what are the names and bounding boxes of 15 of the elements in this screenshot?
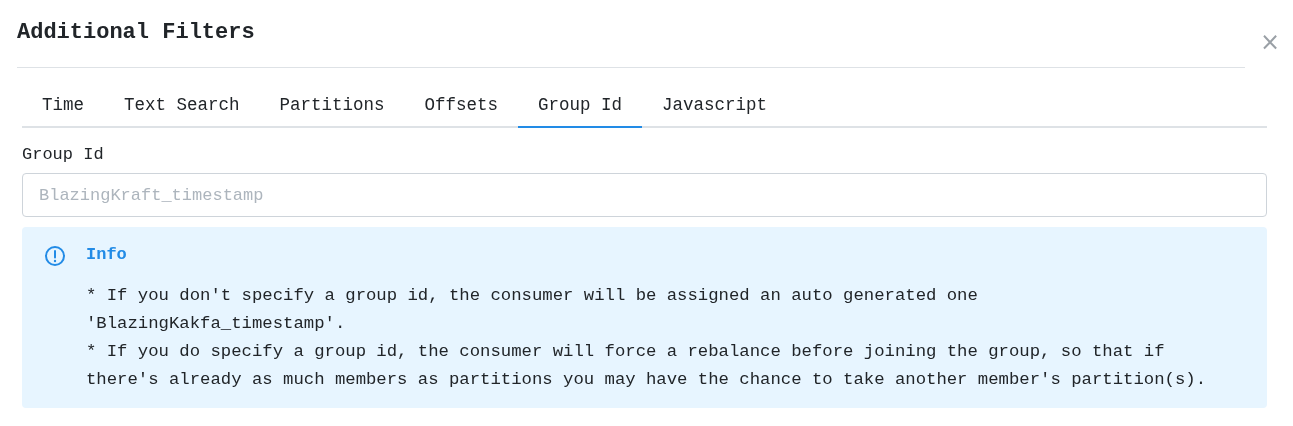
- info-text: * If you do specify a group id, the consumer will force a rebalance before joining the group, so that if: [86, 341, 1166, 363]
- tab[interactable]: Time: [22, 87, 104, 128]
- tab[interactable]: Text Search: [104, 87, 260, 128]
- dialog-title: Additional Filters: [17, 19, 255, 47]
- tab[interactable]: Javascript: [642, 87, 788, 128]
- info-icon: [44, 245, 66, 267]
- tab[interactable]: Offsets: [404, 87, 519, 128]
- tab[interactable]: Group Id: [518, 87, 643, 128]
- info-text: there's already as much members as partitions you may have the chance to take another member's partition(s).: [86, 369, 1206, 391]
- tab[interactable]: Partitions: [259, 87, 405, 128]
- info-text: * If you don't specify a group id, the consumer will be assigned an auto generated one: [86, 285, 979, 307]
- info-title: Info: [86, 244, 128, 266]
- field-label: Group Id: [22, 144, 105, 166]
- group-id-field[interactable]: BlazingKraft_timestamp: [22, 173, 1267, 217]
- info-text: 'BlazingKakfa_timestamp'.: [86, 313, 347, 335]
